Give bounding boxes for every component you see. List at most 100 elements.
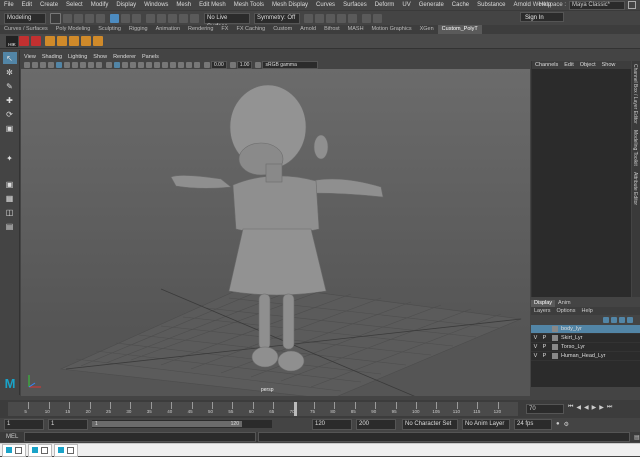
shelf-cube-5-icon[interactable]: [93, 36, 103, 46]
gamma-field[interactable]: 1.00: [236, 61, 253, 69]
layer-playback[interactable]: P: [540, 334, 549, 342]
menu-mesh-tools[interactable]: Mesh Tools: [230, 0, 268, 10]
isolate-select-icon[interactable]: [178, 62, 184, 68]
shelf-tab-bifrost[interactable]: Bifrost: [320, 25, 344, 34]
menu-windows[interactable]: Windows: [140, 0, 172, 10]
bookmark-icon[interactable]: [40, 62, 46, 68]
menu-substance[interactable]: Substance: [473, 0, 509, 10]
fps-dropdown[interactable]: 24 fps: [514, 418, 552, 430]
shelf-tab-arnold[interactable]: Arnold: [296, 25, 320, 34]
step-back-icon[interactable]: ◀: [576, 404, 581, 411]
viewport-menu-shading[interactable]: Shading: [39, 53, 65, 61]
viewport-menu-panels[interactable]: Panels: [139, 53, 162, 61]
animation-start-field[interactable]: 1: [4, 418, 44, 430]
layer-row[interactable]: V P Torso_Lyr: [531, 343, 640, 352]
shelf-cube-3-icon[interactable]: [69, 36, 79, 46]
new-scene-icon[interactable]: [50, 12, 61, 24]
ambient-occlusion-icon[interactable]: [154, 62, 160, 68]
layer-tab-display[interactable]: Display: [531, 300, 556, 307]
menu-edit-mesh[interactable]: Edit Mesh: [195, 0, 230, 10]
scale-tool-icon[interactable]: ▣: [3, 122, 17, 134]
select-hierarchy-icon[interactable]: [110, 13, 119, 23]
wireframe-icon[interactable]: [106, 62, 112, 68]
character-set-dropdown[interactable]: No Character Set: [402, 418, 458, 430]
xray-joints-icon[interactable]: [194, 62, 200, 68]
image-plane-icon[interactable]: [48, 62, 54, 68]
menu-set-dropdown[interactable]: Modeling: [4, 12, 46, 24]
side-tab-channel-box[interactable]: Channel Box / Layer Editor: [632, 61, 638, 127]
last-tool-icon[interactable]: ✦: [3, 152, 17, 164]
two-pane-layout-icon[interactable]: ◫: [3, 206, 17, 218]
range-slider[interactable]: 1 120: [92, 420, 272, 428]
grid-toggle-icon[interactable]: [56, 62, 62, 68]
outliner-layout-icon[interactable]: ▤: [3, 220, 17, 232]
layer-row[interactable]: body_lyr: [531, 325, 640, 334]
film-gate-icon[interactable]: [64, 62, 70, 68]
shelf-tab-custom-polyt[interactable]: Custom_PolyT: [437, 25, 482, 34]
smooth-shade-icon[interactable]: [114, 62, 120, 68]
textured-icon[interactable]: [130, 62, 136, 68]
current-frame-field[interactable]: 70: [526, 404, 564, 414]
shelf-control-icon[interactable]: [31, 36, 41, 46]
shelf-tab-rendering[interactable]: Rendering: [184, 25, 217, 34]
render-settings-icon[interactable]: [326, 13, 335, 23]
open-scene-icon[interactable]: [63, 13, 72, 23]
wireframe-on-shaded-icon[interactable]: [122, 62, 128, 68]
new-layer-icon[interactable]: [619, 317, 625, 323]
auto-key-icon[interactable]: ●: [556, 421, 560, 427]
channel-menu-show[interactable]: Show: [599, 61, 619, 69]
layer-tab-anim[interactable]: Anim: [555, 300, 574, 307]
time-ruler[interactable]: 5 10 15 20 25 30 35 40 45 50 55 60 65 70 75 80 85 90 95 100…: [8, 402, 518, 416]
resolution-gate-icon[interactable]: [72, 62, 78, 68]
shelf-hik-button[interactable]: HIK: [6, 35, 18, 47]
single-pane-layout-icon[interactable]: ▣: [3, 178, 17, 190]
side-tab-attribute-editor[interactable]: Attribute Editor: [632, 169, 638, 208]
side-tab-modeling-toolkit[interactable]: Modeling Toolkit: [632, 127, 638, 169]
menu-arnold[interactable]: Arnold: [510, 0, 535, 10]
shelf-cube-4-icon[interactable]: [81, 36, 91, 46]
menu-display[interactable]: Display: [112, 0, 140, 10]
field-chart-icon[interactable]: [88, 62, 94, 68]
snap-point-icon[interactable]: [168, 13, 177, 23]
layer-move-up-icon[interactable]: [603, 317, 609, 323]
menu-modify[interactable]: Modify: [87, 0, 113, 10]
taskbar-app-3[interactable]: [54, 443, 78, 457]
color-management-icon[interactable]: [255, 62, 262, 68]
command-language-label[interactable]: MEL: [6, 434, 24, 440]
shelf-tab-sculpting[interactable]: Sculpting: [94, 25, 125, 34]
command-input[interactable]: [24, 432, 256, 442]
menu-mesh-display[interactable]: Mesh Display: [268, 0, 312, 10]
menu-create[interactable]: Create: [36, 0, 62, 10]
undo-icon[interactable]: [85, 13, 94, 23]
shelf-tab-curves-surfaces[interactable]: Curves / Surfaces: [0, 25, 52, 34]
menu-curves[interactable]: Curves: [312, 0, 339, 10]
lights-icon[interactable]: [138, 62, 144, 68]
redo-icon[interactable]: [96, 13, 105, 23]
toggle-panel-icon[interactable]: [362, 13, 371, 23]
render-current-icon[interactable]: [304, 13, 313, 23]
taskbar-app-1[interactable]: [2, 443, 26, 457]
menu-file[interactable]: File: [0, 0, 18, 10]
layer-playback[interactable]: P: [540, 352, 549, 360]
viewport-menu-show[interactable]: Show: [90, 53, 110, 61]
anti-alias-icon[interactable]: [170, 62, 176, 68]
layer-row[interactable]: V P Human_Head_Lyr: [531, 352, 640, 361]
select-component-icon[interactable]: [132, 13, 141, 23]
channel-menu-edit[interactable]: Edit: [561, 61, 576, 69]
snap-curve-icon[interactable]: [157, 13, 166, 23]
layer-color-swatch[interactable]: [552, 326, 558, 332]
exposure-icon[interactable]: [204, 62, 210, 68]
channel-menu-channels[interactable]: Channels: [532, 61, 561, 69]
lasso-tool-icon[interactable]: ✼: [3, 66, 17, 78]
workspace-dropdown[interactable]: Maya Classic*: [569, 0, 625, 10]
viewport-menu-view[interactable]: View: [21, 53, 39, 61]
time-slider[interactable]: 5 10 15 20 25 30 35 40 45 50 55 60 65 70 75 80 85 90 95 100…: [0, 400, 640, 418]
channel-box-content[interactable]: [532, 69, 631, 297]
toggle-sidebar-icon[interactable]: [373, 13, 382, 23]
new-layer-from-selection-icon[interactable]: [627, 317, 633, 323]
motion-blur-icon[interactable]: [162, 62, 168, 68]
shelf-tab-animation[interactable]: Animation: [152, 25, 184, 34]
layer-menu-options[interactable]: Options: [554, 308, 579, 315]
layer-move-down-icon[interactable]: [611, 317, 617, 323]
layer-color-swatch[interactable]: [552, 344, 558, 350]
